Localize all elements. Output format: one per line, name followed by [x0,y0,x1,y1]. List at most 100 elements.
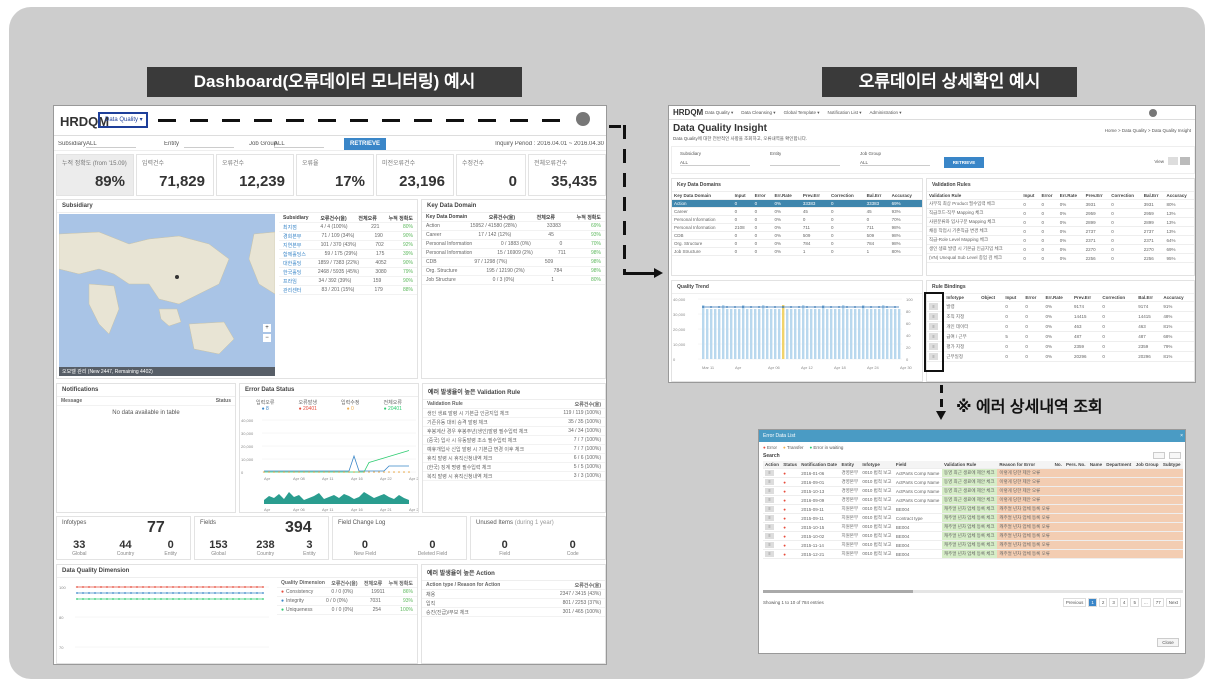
table-row[interactable]: 복직 발령 시 휴직신청내역 체크 3 / 3 (100%) [423,472,605,481]
table-row[interactable]: 생인 생료 발령 시 기본급 인금지입 체크 119 / 119 (100%) [423,409,605,418]
page-button[interactable]: 3 [1109,598,1118,607]
page-button[interactable]: 1 [1088,598,1097,607]
jobgroup-select[interactable]: ALL [274,141,324,148]
entity-select[interactable] [770,160,840,166]
view-button[interactable]: ≡ [765,542,774,548]
table-row[interactable]: 후봉계산 경우 후봉주년(생인)발령 필수입력 체크 34 / 34 (100%) [423,427,605,436]
table-row[interactable]: ● Uniqueness 0 / 0 (0%) 254 100% [277,606,417,615]
table-row[interactable]: Personal Information 0 0 0% 0 0 0 70% [672,215,922,224]
table-row[interactable]: ≡ ● 2015-09-11 지원본부 0010 법적 보고 Contract type 캐… [763,513,1183,523]
table-row[interactable]: (VN) Unequal Sub Level 종업 검 체크 0 0 0% 2256 0 2… [927,253,1194,263]
world-map[interactable]: 오모델 관리 (New 2447, Remaining 4402) + − [59,214,275,376]
page-button[interactable]: 77 [1152,598,1164,607]
table-row[interactable]: Personal Information 2108 0 0% 711 0 711 98% [672,223,922,232]
table-row[interactable]: 휴직 발령 시 휴직신청내역 체크 6 / 6 (100%) [423,454,605,463]
table-row[interactable]: 생인 생료 발령 시 기본급 인금지입 체크 0 0 0% 2270 0 2270 69% [927,244,1194,254]
table-row[interactable]: ● Integrity 0 / 0 (0%) 7031 93% [277,597,417,606]
table-row[interactable]: Personal Information 0 / 1883 (0%) 0 70% [422,240,605,249]
table-row[interactable]: Action 15952 / 41580 (28%) 33383 69% [422,222,605,231]
table-row[interactable]: Job Structure 0 0 0% 1 0 1 80% [672,247,922,256]
table-row[interactable]: Career 0 0 0% 45 0 45 93% [672,207,922,216]
subsidiary-select[interactable]: ALL [680,160,750,166]
export-button[interactable] [1153,452,1165,459]
table-row[interactable]: 프라임 34 / 392 (39%) 159 90% [279,277,417,286]
table-row[interactable]: ≡ 급여 / 근무 5 0 0% 487 0 487 68% [927,331,1194,342]
table-row[interactable]: ≡ 평가 지정 0 0 0% 2359 0 2359 79% [927,341,1194,352]
table-row[interactable]: 한국홀딩 2468 / 5935 (45%) 3080 79% [279,268,417,277]
retrieve-button[interactable]: RETRIEVE [344,138,386,150]
view-button[interactable]: ≡ [765,533,774,539]
table-row[interactable]: (중국) 입사 시 유동발령 조소 필수입력 체크 7 / 7 (100%) [423,436,605,445]
table-row[interactable]: 채용 작업시 기존직급 변경 체크 0 0 0% 2737 0 2737 13% [927,226,1194,236]
table-row[interactable]: 채용 2347 / 3415 (43%) [422,590,605,599]
table-row[interactable]: ≡ ● 2016-09-09 경영본부 0010 법적 보고 ActParts Comp … [763,495,1183,505]
page-button[interactable]: Next [1165,598,1181,607]
table-row[interactable]: 지연본부 101 / 370 (43%) 702 92% [279,241,417,250]
avatar[interactable] [576,112,590,126]
view-button[interactable]: ≡ [765,497,774,503]
page-button[interactable]: ... [1140,598,1151,607]
page-button[interactable]: 2 [1098,598,1108,607]
view-list-toggle[interactable] [1168,157,1178,165]
table-row[interactable]: CDB 97 / 1298 (7%) 509 98% [422,258,605,267]
zoom-out-button[interactable]: − [263,334,271,342]
page-button[interactable]: Previous [1062,598,1087,607]
table-row[interactable]: Career 17 / 142 (12%) 45 93% [422,231,605,240]
nav-item[interactable]: Administration ▾ [870,110,902,116]
page-button[interactable]: 5 [1130,598,1139,607]
view-button[interactable]: ≡ [765,488,774,494]
table-row[interactable]: ≡ ● 2015-11-14 지원본부 0010 법적 보고 BE004 캐주얼 년차 업체… [763,540,1183,550]
view-button[interactable]: ≡ [765,506,774,512]
table-row[interactable]: 관리센터 83 / 201 (15%) 179 88% [279,286,417,295]
view-button[interactable]: ≡ [765,479,774,485]
table-row[interactable]: 입직 801 / 2253 (37%) [422,599,605,608]
nav-item[interactable]: Notification List ▾ [828,110,862,116]
table-row[interactable]: Action 0 0 0% 33383 0 33383 69% [672,199,922,208]
table-scrollbar[interactable] [763,590,1183,593]
jobgroup-select[interactable]: ALL [860,160,930,166]
close-button[interactable]: Close [1157,638,1179,647]
nav-item[interactable]: Global Template ▾ [784,110,820,116]
table-row[interactable]: ≡ 조직 지정 0 0 0% 14415 0 14415 48% [927,311,1194,322]
page-button[interactable]: 4 [1119,598,1129,607]
table-row[interactable]: ≡ ● 2015-09-11 지원본부 0010 법적 보고 BE004 캐주얼 년차 업체… [763,504,1183,514]
retrieve-button[interactable]: RETRIEVE [944,157,984,168]
nav-item[interactable]: Data Cleansing ▾ [741,110,775,116]
nav-item[interactable]: Data Quality ▾ [705,110,733,116]
table-row[interactable]: 함께홀딩스 59 / 175 (29%) 175 39% [279,250,417,259]
table-row[interactable]: ≡ 개인 데이터 0 0 0% 463 0 463 81% [927,321,1194,332]
table-row[interactable]: ≡ ● 2015-10-13 경영본부 0010 법적 보고 ActParts Comp … [763,486,1183,496]
table-row[interactable]: 직급코드-직무 Mapping 체크 0 0 0% 2959 0 2959 13% [927,208,1194,218]
table-row[interactable]: 기존유동 대비 승격 발령 체크 35 / 35 (100%) [423,418,605,427]
print-button[interactable] [1169,452,1181,459]
table-row[interactable]: 직급-Role Level Mapping 체크 0 0 0% 2371 0 2371 64% [927,235,1194,245]
zoom-in-button[interactable]: + [263,324,271,332]
table-row[interactable]: 승진(진급)/무보 체크 301 / 465 (100%) [422,608,605,617]
table-row[interactable]: Org. Structure 195 / 12190 (2%) 784 98% [422,267,605,276]
table-row[interactable]: ≡ ● 2016-01-06 경영본부 0010 법적 보고 ActParts Comp … [763,468,1183,478]
avatar[interactable] [1149,109,1157,117]
view-button[interactable]: ≡ [765,551,774,557]
table-row[interactable]: 사무직 최상 Product 필수입력 체크 0 0 0% 3931 0 3931 80% [927,199,1194,209]
table-row[interactable]: (한국) 징계 명령 필수입력 체크 5 / 5 (100%) [423,463,605,472]
table-row[interactable]: 예휴개입사 신입 발령 시 기본급 변경 이후 체크 7 / 7 (100%) [423,445,605,454]
table-row[interactable]: ≡ 발령 0 0 0% 9174 0 9174 91% [927,301,1194,312]
close-icon[interactable]: × [1180,430,1183,442]
table-row[interactable]: 최지점 4 / 4 (100%) 221 80% [279,223,417,232]
scroll-thumb[interactable] [763,590,913,593]
table-row[interactable]: ≡ ● 2015-10-15 지원본부 0010 법적 보고 BE004 캐주얼 년차 업체… [763,522,1183,532]
table-row[interactable]: 경희본부 71 / 109 (34%) 190 90% [279,232,417,241]
table-row[interactable]: ≡ ● 2015-10-02 지원본부 0010 법적 보고 BE004 캐주얼 년차 업체… [763,531,1183,541]
entity-select[interactable] [184,141,234,148]
table-row[interactable]: 대한홀딩 1859 / 7383 (22%) 4052 90% [279,259,417,268]
table-row[interactable]: ≡ ● 2016-09-01 경영본부 0010 법적 보고 ActParts Comp … [763,477,1183,487]
menu-data-quality[interactable]: Data Quality ▾ [98,112,148,128]
table-row[interactable]: Personal Information 15 / 16909 (2%) 711 98… [422,249,605,258]
table-row[interactable]: ● Consistency 0 / 0 (0%) 19911 86% [277,588,417,597]
table-row[interactable]: ≡ 근무일정 0 0 0% 20296 0 20296 81% [927,351,1194,362]
view-button[interactable]: ≡ [765,470,774,476]
view-grid-toggle[interactable] [1180,157,1190,165]
view-button[interactable]: ≡ [765,524,774,530]
table-row[interactable]: Org. Structure 0 0 0% 784 0 784 98% [672,239,922,248]
view-button[interactable]: ≡ [765,515,774,521]
